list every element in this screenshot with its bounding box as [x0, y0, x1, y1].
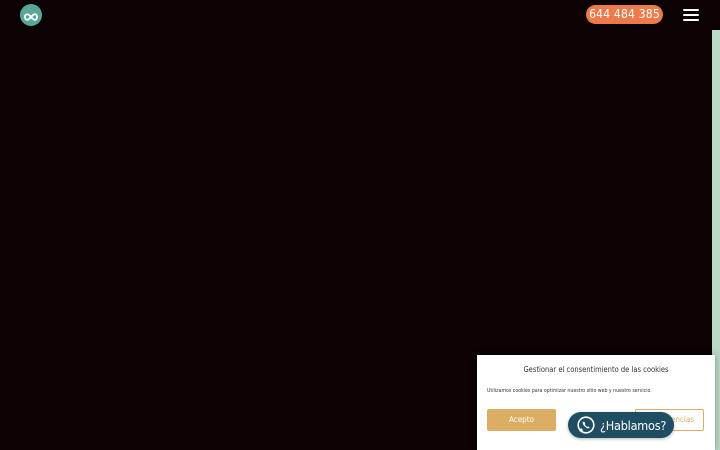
- infinity-icon: [23, 6, 39, 25]
- whatsapp-label: ¿Hablamos?: [600, 417, 667, 433]
- phone-button[interactable]: 644 484 385: [586, 5, 663, 24]
- cookie-text: Utilizamos cookies para optimizar nuestr…: [487, 388, 652, 394]
- accept-cookies-button[interactable]: Acepto: [487, 409, 556, 431]
- whatsapp-icon: [576, 415, 596, 435]
- hamburger-menu-icon[interactable]: [683, 8, 699, 22]
- cookie-title: Gestionar el consentimiento de las cooki…: [523, 365, 669, 374]
- whatsapp-chat-button[interactable]: ¿Hablamos?: [568, 412, 674, 438]
- logo[interactable]: [20, 4, 42, 26]
- header: 644 484 385: [0, 0, 720, 30]
